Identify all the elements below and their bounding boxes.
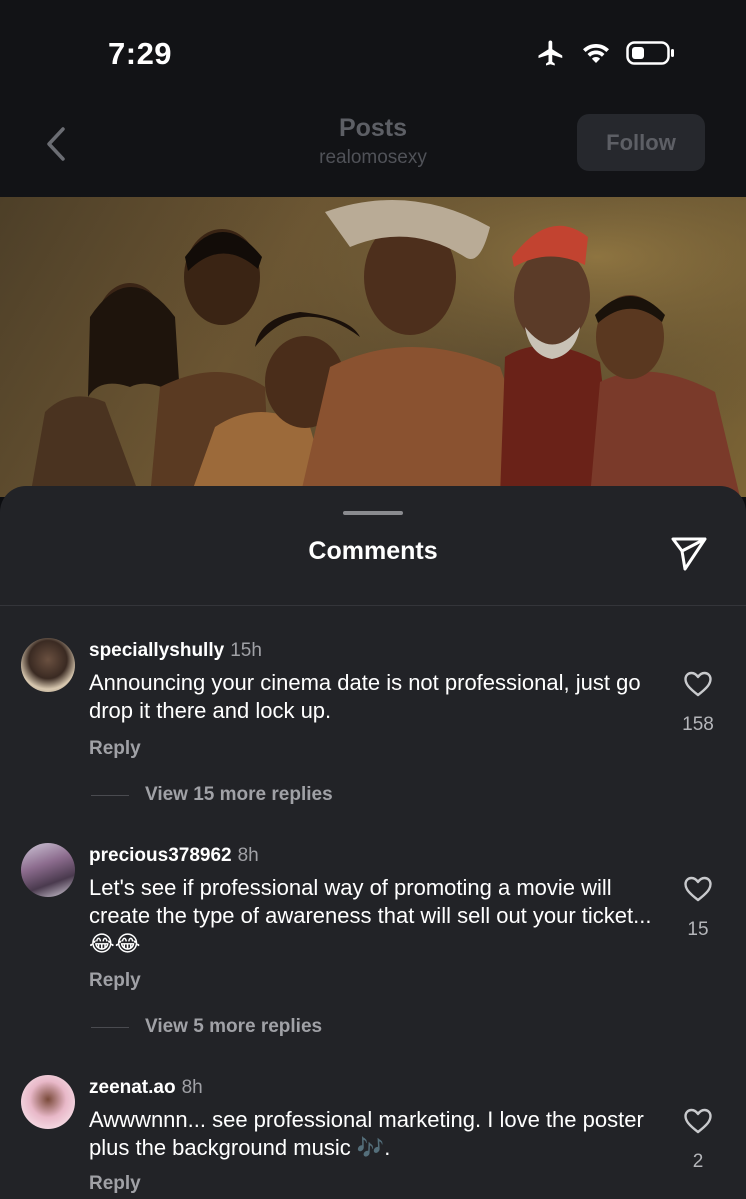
heart-icon [684, 671, 712, 697]
comments-title: Comments [308, 537, 438, 565]
comments-sheet: Comments speciallyshully 15h Announcing y… [0, 486, 746, 1199]
poster-illustration [0, 197, 746, 497]
comment-text: Let's see if professional way of promoti… [89, 875, 652, 956]
like-count: 2 [692, 1151, 704, 1172]
view-replies-button[interactable]: View 5 more replies [91, 1016, 322, 1038]
follow-button[interactable]: Follow [577, 114, 705, 171]
view-replies-label: View 5 more replies [145, 1016, 323, 1037]
drag-handle[interactable] [343, 511, 403, 515]
comment-meta: speciallyshully 15h [89, 640, 262, 662]
heart-icon [684, 876, 712, 902]
view-replies-label: View 15 more replies [145, 784, 333, 805]
battery-icon [626, 40, 676, 66]
like-count: 15 [687, 919, 709, 940]
share-button[interactable] [666, 530, 712, 576]
comment-username[interactable]: speciallyshully [89, 640, 224, 661]
replies-line [91, 1026, 129, 1028]
reply-button[interactable]: Reply [89, 970, 141, 992]
replies-line [91, 794, 129, 796]
divider [0, 605, 746, 606]
comment-text: Announcing your cinema date is not profe… [89, 670, 641, 723]
comment-username[interactable]: precious378962 [89, 845, 232, 866]
status-icons [536, 38, 676, 68]
like-button[interactable] [678, 664, 718, 704]
header: Posts realomosexy Follow [0, 100, 746, 197]
avatar[interactable] [21, 843, 75, 897]
comment-meta: zeenat.ao 8h [89, 1077, 203, 1099]
reply-button[interactable]: Reply [89, 1173, 141, 1195]
airplane-icon [536, 38, 566, 68]
heart-icon [684, 1108, 712, 1134]
comment-time: 8h [237, 845, 259, 866]
comment-meta: precious378962 8h [89, 845, 259, 867]
like-button[interactable] [678, 1101, 718, 1141]
comment-time: 8h [181, 1077, 203, 1098]
reply-button[interactable]: Reply [89, 738, 141, 760]
wifi-icon [580, 40, 612, 66]
status-time: 7:29 [108, 36, 173, 71]
avatar[interactable] [21, 638, 75, 692]
view-replies-button[interactable]: View 15 more replies [91, 784, 333, 806]
comment-username[interactable]: zeenat.ao [89, 1077, 176, 1098]
send-icon [671, 537, 707, 571]
avatar[interactable] [21, 1075, 75, 1129]
like-count: 158 [682, 714, 714, 735]
comment-time: 15h [230, 640, 262, 661]
like-button[interactable] [678, 869, 718, 909]
post-image[interactable] [0, 197, 746, 497]
comment-text: Awwwnnn... see professional marketing. I… [89, 1107, 644, 1160]
status-bar: 7:29 [0, 0, 746, 100]
